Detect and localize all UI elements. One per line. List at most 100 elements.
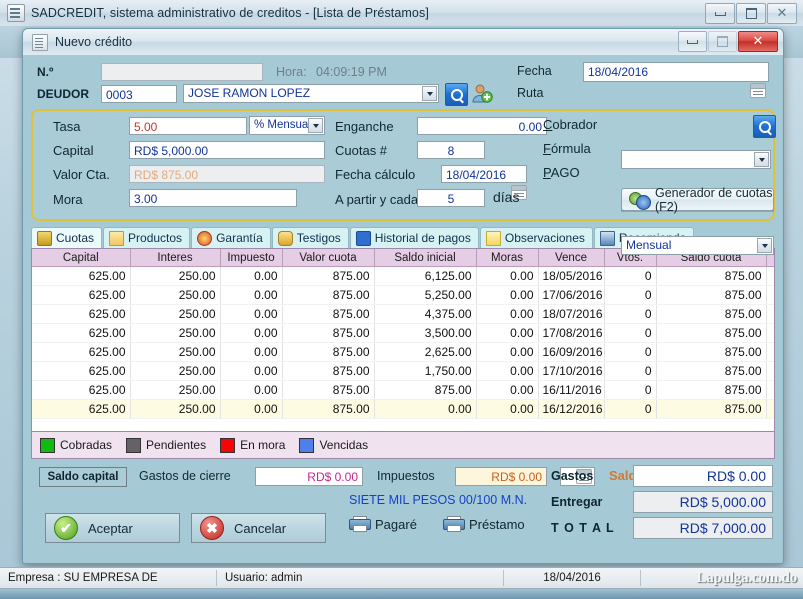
aceptar-button[interactable]: ✔ Aceptar [45,513,180,543]
cancelar-button[interactable]: ✖ Cancelar [191,513,326,543]
dialog-minimize-button[interactable] [678,31,707,52]
cobrador-search-button[interactable] [753,115,776,138]
generador-cuotas-label: Generador de cuotas (F2) [655,185,773,214]
table-cell: 0.00 [766,361,774,381]
saldo-capital-button[interactable]: Saldo capital [39,467,127,487]
legend-item-pendientes: Pendientes [126,437,207,453]
table-cell: 0.00 [220,304,283,324]
outer-minimize-button[interactable] [705,3,735,24]
col-impuesto[interactable]: Impuesto [220,249,283,267]
table-cell: 18/07/2016 [538,304,605,324]
apartir-input[interactable]: 5 [417,189,485,207]
valor-cta-label: Valor Cta. [53,167,110,182]
tab-testigos[interactable]: Testigos [271,227,349,248]
table-cell: 0.00 [220,285,283,305]
deudor-code-input[interactable]: 0003 [101,85,177,103]
tasa-input[interactable]: 5.00 [129,117,247,135]
col-saldo-inicial[interactable]: Saldo inicial [374,249,477,267]
gastos-cierre-label: Gastos de cierre [139,469,231,483]
table-row[interactable]: 625.00 250.00 0.00 875.00 875.00 0.00 16/11/20… [32,380,774,400]
table-row[interactable]: 625.00 250.00 0.00 875.00 4,375.00 0.00 18/07/… [32,304,774,324]
col-valor-cuota[interactable]: Valor cuota [282,249,375,267]
generador-cuotas-button[interactable]: Generador de cuotas (F2) [621,185,774,214]
tab-productos[interactable]: Productos [103,227,191,248]
hora-value: 04:09:19 PM [316,65,387,79]
deudor-search-button[interactable] [445,83,468,106]
pagare-button[interactable]: Pagaré [349,516,417,532]
fecha-input[interactable]: 18/04/2016 [583,62,769,82]
chevron-down-icon[interactable] [757,238,772,253]
chevron-down-icon[interactable] [754,152,769,167]
table-cell: 0.00 [476,266,539,286]
calendar-icon[interactable] [750,83,766,98]
add-client-button[interactable] [471,82,493,104]
table-cell: 875.00 [282,304,375,324]
application-window: SADCREDIT, sistema administrativo de cre… [0,0,803,599]
tasa-tipo-combo[interactable]: % Mensual [249,116,325,135]
dialog-close-button[interactable]: ✕ [738,31,778,52]
tab-observaciones[interactable]: Observaciones [479,227,593,248]
gastos-cierre-input[interactable]: RD$ 0.00 [255,467,363,486]
table-cell: 625.00 [32,304,131,324]
table-cell: 875.00 [282,399,375,419]
legend-swatch [220,437,236,453]
col-capital[interactable]: Capital [32,249,131,267]
col-interes[interactable]: Interes [130,249,221,267]
table-cell: 0.00 [766,380,774,400]
col-moras[interactable]: Moras [476,249,539,267]
table-cell: 0.00 [476,323,539,343]
pago-combo[interactable]: Mensual [621,236,774,255]
table-cell: 0.00 [476,304,539,324]
tab-cuotas[interactable]: Cuotas [31,227,103,248]
total-value: RD$ 7,000.00 [633,517,773,539]
enganche-input[interactable]: 0.00 [417,117,547,135]
table-row[interactable]: 625.00 250.00 0.00 875.00 6,125.00 0.00 18/05/… [32,266,774,286]
cuotas-grid[interactable]: Capital Interes Impuesto Valor cuota Sal… [31,248,775,432]
valor-cta-input[interactable]: RD$ 875.00 [129,165,325,183]
cuotas-input[interactable]: 8 [417,141,485,159]
capital-input[interactable]: RD$ 5,000.00 [129,141,325,159]
fecha-calculo-input[interactable]: 18/04/2016 [441,165,527,183]
cobrador-combo[interactable] [621,150,771,169]
table-cell: 875.00 [282,323,375,343]
chevron-down-icon[interactable] [308,118,323,133]
table-cell: 16/09/2016 [538,342,605,362]
table-cell: 0.00 [766,266,774,286]
tab-historial-pagos[interactable]: Historial de pagos [349,227,479,248]
tab-garantia[interactable]: Garantía [191,227,271,248]
status-fecha: 18/04/2016 [543,572,601,584]
mora-input[interactable]: 3.00 [129,189,297,207]
deudor-name-combo[interactable]: JOSE RAMON LOPEZ [183,84,439,103]
gastos-value[interactable]: RD$ 0.00 [633,465,773,487]
table-row[interactable]: 625.00 250.00 0.00 875.00 2,625.00 0.00 16/09/… [32,342,774,362]
status-bar: Empresa : SU EMPRESA DE PRESTAMOS Usuari… [0,567,803,599]
table-row[interactable]: 625.00 250.00 0.00 875.00 3,500.00 0.00 17/08/… [32,323,774,343]
outer-close-button[interactable]: ✕ [767,3,797,24]
table-row[interactable]: 625.00 250.00 0.00 875.00 0.00 0.00 16/12/2016… [32,399,774,419]
outer-titlebar: SADCREDIT, sistema administrativo de cre… [0,0,803,27]
table-cell: 250.00 [130,304,221,324]
dialog-maximize-button[interactable] [708,31,737,52]
cuotas-table: Capital Interes Impuesto Valor cuota Sal… [32,249,774,419]
dialog-titlebar[interactable]: Nuevo crédito ✕ [23,29,783,56]
table-cell: 875.00 [656,342,767,362]
table-cell: 875.00 [656,380,767,400]
legend-label: Pendientes [146,438,207,452]
chevron-down-icon[interactable] [422,86,437,101]
table-cell: 16/12/2016 [538,399,605,419]
col-vence[interactable]: Vence [538,249,605,267]
table-cell: 0.00 [476,380,539,400]
table-cell: 5,250.00 [374,285,477,305]
search-icon [758,120,771,133]
tab-label: Productos [128,231,183,245]
impuestos-input[interactable]: RD$ 0.00 [455,467,547,486]
pago-label: PAGO [543,165,580,180]
table-cell: 875.00 [656,399,767,419]
entregar-label: Entregar [551,495,603,509]
table-row[interactable]: 625.00 250.00 0.00 875.00 5,250.00 0.00 17/06/… [32,285,774,305]
outer-maximize-button[interactable] [736,3,766,24]
table-row[interactable]: 625.00 250.00 0.00 875.00 1,750.00 0.00 17/10/… [32,361,774,381]
formula-label: Fórmula [543,141,591,156]
numero-input[interactable] [101,63,263,81]
prestamo-button[interactable]: Préstamo [443,516,525,532]
